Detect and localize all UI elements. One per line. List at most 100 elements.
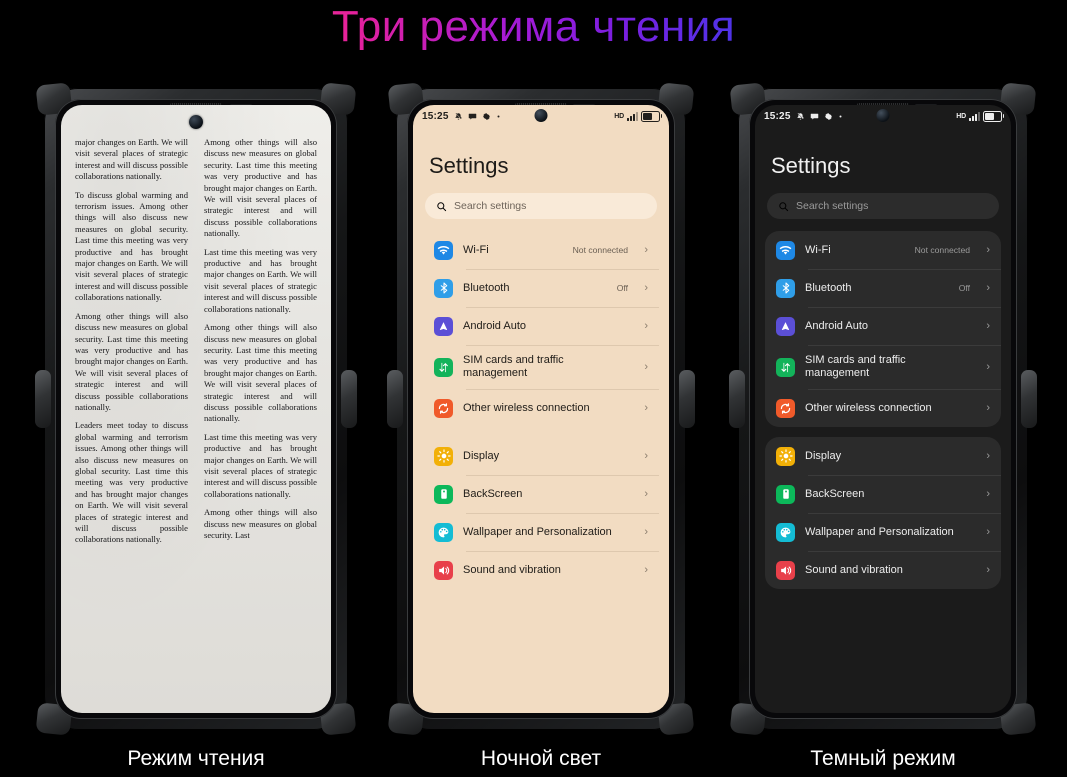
settings-row[interactable]: Bluetooth Off › — [765, 269, 1001, 307]
settings-row-label: Wi-Fi — [805, 243, 831, 256]
settings-row[interactable]: SIM cards and traffic management › — [423, 345, 659, 389]
phone-screen[interactable]: major changes on Earth. We will visit se… — [61, 105, 331, 713]
backscreen-icon — [434, 484, 453, 504]
phone-bezel: 15:25 HD Settings Search settings Wi-Fi Not c… — [407, 99, 675, 719]
settings-row-label: Wallpaper and Personalization — [805, 525, 954, 538]
search-placeholder: Search settings — [796, 200, 869, 212]
settings-row-label: Other wireless connection — [463, 401, 590, 414]
chevron-right-icon: › — [644, 244, 648, 256]
settings-row[interactable]: Sound and vibration › — [423, 551, 659, 589]
settings-row[interactable]: BackScreen › — [423, 475, 659, 513]
front-camera-icon — [189, 115, 203, 129]
settings-row-label: Sound and vibration — [463, 563, 561, 576]
reading-paragraph: To discuss global warming and terrorism … — [75, 189, 188, 303]
phone-night-light: 15:25 HD Settings Search settings Wi-Fi Not c… — [387, 82, 695, 736]
chevron-right-icon: › — [986, 450, 990, 462]
settings-row-label: Display — [805, 449, 842, 462]
chevron-right-icon: › — [644, 361, 648, 373]
reading-paragraph: Last time this meeting was very producti… — [204, 431, 317, 499]
chevron-right-icon: › — [986, 402, 990, 414]
search-icon — [436, 201, 447, 212]
settings-app-dark-mode: 15:25 HD Settings Search settings Wi-Fi Not c… — [755, 105, 1011, 713]
settings-row-value: Not connected — [914, 245, 970, 255]
display-icon — [776, 446, 795, 466]
settings-row[interactable]: Sound and vibration › — [765, 551, 1001, 589]
settings-row[interactable]: Wi-Fi Not connected › — [765, 231, 1001, 269]
settings-row[interactable]: BackScreen › — [765, 475, 1001, 513]
settings-page-title: Settings — [771, 153, 851, 178]
settings-group-2: Display › BackScreen › Wallpaper and Persona… — [423, 437, 659, 589]
settings-row[interactable]: Wi-Fi Not connected › — [423, 231, 659, 269]
status-bar-right: HD — [956, 110, 1004, 122]
phone-screen[interactable]: 15:25 HD Settings Search settings Wi-Fi Not c… — [755, 105, 1011, 713]
search-placeholder: Search settings — [454, 200, 527, 212]
settings-row-label: BackScreen — [805, 487, 865, 500]
phone-bezel: major changes on Earth. We will visit se… — [55, 99, 337, 719]
settings-app-night-light: 15:25 HD Settings Search settings Wi-Fi Not c… — [413, 105, 669, 713]
chevron-right-icon: › — [986, 244, 990, 256]
caption-night-light: Ночной свет — [480, 747, 602, 770]
status-bar-left: 15:25 — [764, 111, 843, 122]
phone-bezel: 15:25 HD Settings Search settings Wi-Fi Not c… — [749, 99, 1017, 719]
settings-group-1: Wi-Fi Not connected › Bluetooth Off › Android … — [765, 231, 1001, 427]
settings-row[interactable]: SIM cards and traffic management › — [765, 345, 1001, 389]
status-clock: 15:25 — [422, 110, 449, 122]
chevron-right-icon: › — [986, 320, 990, 332]
settings-row-label: Bluetooth — [805, 281, 852, 294]
settings-row-label: Other wireless connection — [805, 401, 932, 414]
settings-row-label: SIM cards and traffic management — [463, 354, 564, 379]
settings-row[interactable]: Other wireless connection › — [765, 389, 1001, 427]
phone-reading-mode: major changes on Earth. We will visit se… — [35, 82, 357, 736]
search-input[interactable]: Search settings — [767, 193, 999, 219]
android-auto-icon — [434, 316, 453, 336]
settings-row[interactable]: Other wireless connection › — [423, 389, 659, 427]
settings-row[interactable]: Display › — [765, 437, 1001, 475]
settings-row-label: Bluetooth — [463, 281, 510, 294]
settings-row[interactable]: Display › — [423, 437, 659, 475]
settings-row[interactable]: Android Auto › — [423, 307, 659, 345]
reading-paragraph: Among other things will also discuss new… — [75, 310, 188, 412]
sim-cards-icon — [434, 357, 453, 377]
phone-screen[interactable]: 15:25 HD Settings Search settings Wi-Fi Not c… — [413, 105, 669, 713]
dot-icon — [496, 114, 501, 119]
network-type-label: HD — [956, 112, 966, 120]
chevron-right-icon: › — [644, 526, 648, 538]
battery-icon — [983, 110, 1004, 122]
backscreen-icon — [776, 484, 795, 504]
case-bumper — [1021, 370, 1037, 429]
status-bar: 15:25 HD — [755, 105, 1011, 127]
settings-group-1: Wi-Fi Not connected › Bluetooth Off › Android … — [423, 231, 659, 427]
settings-row[interactable]: Wallpaper and Personalization › — [765, 513, 1001, 551]
settings-row-label: Wallpaper and Personalization — [463, 525, 612, 538]
page-title: Три режима чтения — [0, 2, 1067, 52]
chevron-right-icon: › — [644, 488, 648, 500]
wallpaper-icon — [434, 522, 453, 542]
settings-row-label: SIM cards and traffic management — [805, 354, 906, 379]
search-icon — [778, 201, 789, 212]
reading-paragraph: major changes on Earth. We will visit se… — [75, 137, 188, 182]
settings-row[interactable]: Android Auto › — [765, 307, 1001, 345]
settings-row[interactable]: Wallpaper and Personalization › — [423, 513, 659, 551]
chevron-right-icon: › — [986, 564, 990, 576]
display-icon — [434, 446, 453, 466]
reading-mode-page: major changes on Earth. We will visit se… — [61, 105, 331, 713]
signal-bars-icon — [969, 111, 980, 121]
wifi-icon — [776, 240, 795, 260]
wifi-icon — [434, 240, 453, 260]
search-input[interactable]: Search settings — [425, 193, 657, 219]
android-auto-icon — [776, 316, 795, 336]
mute-icon — [796, 112, 805, 121]
reading-paragraph: Among other things will also discuss new… — [204, 322, 317, 424]
caption-dark-mode: Темный режим — [810, 747, 956, 770]
chevron-right-icon: › — [644, 282, 648, 294]
wallpaper-icon — [776, 522, 795, 542]
chevron-right-icon: › — [644, 320, 648, 332]
chevron-right-icon: › — [644, 564, 648, 576]
settings-row-label: Android Auto — [463, 319, 526, 332]
case-bumper — [387, 370, 403, 429]
other-wireless-icon — [776, 398, 795, 418]
mute-icon — [454, 112, 463, 121]
settings-page-title: Settings — [429, 153, 509, 178]
settings-row[interactable]: Bluetooth Off › — [423, 269, 659, 307]
reading-paragraph: Leaders meet today to discuss global war… — [75, 420, 188, 545]
